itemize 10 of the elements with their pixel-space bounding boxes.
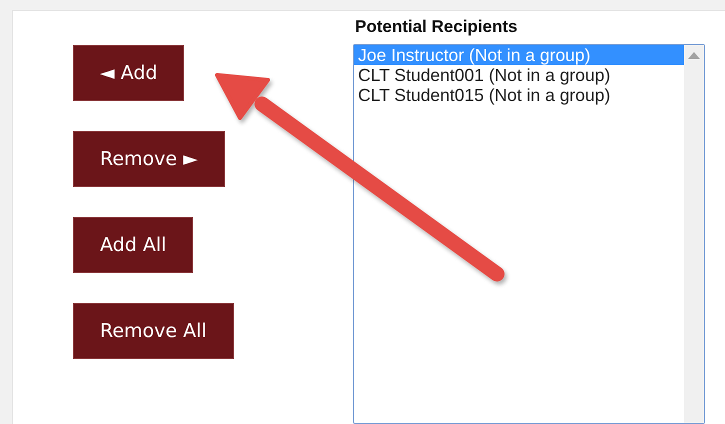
list-heading: Potential Recipients <box>355 17 518 37</box>
scroll-up-icon[interactable] <box>688 52 700 59</box>
action-button[interactable]: ◄ Add <box>73 45 184 101</box>
action-button[interactable]: Remove All <box>73 303 234 359</box>
scrollbar[interactable] <box>684 45 704 423</box>
action-button[interactable]: Add All <box>73 217 194 273</box>
action-button[interactable]: Remove ► <box>73 131 225 187</box>
list-item[interactable]: CLT Student001 (Not in a group) <box>354 65 684 85</box>
recipients-listbox[interactable]: Joe Instructor (Not in a group) CLT Student001 (Not in a group) CLT Student015 (Not in a group) <box>353 44 705 424</box>
list-item[interactable]: CLT Student015 (Not in a group) <box>354 85 684 105</box>
